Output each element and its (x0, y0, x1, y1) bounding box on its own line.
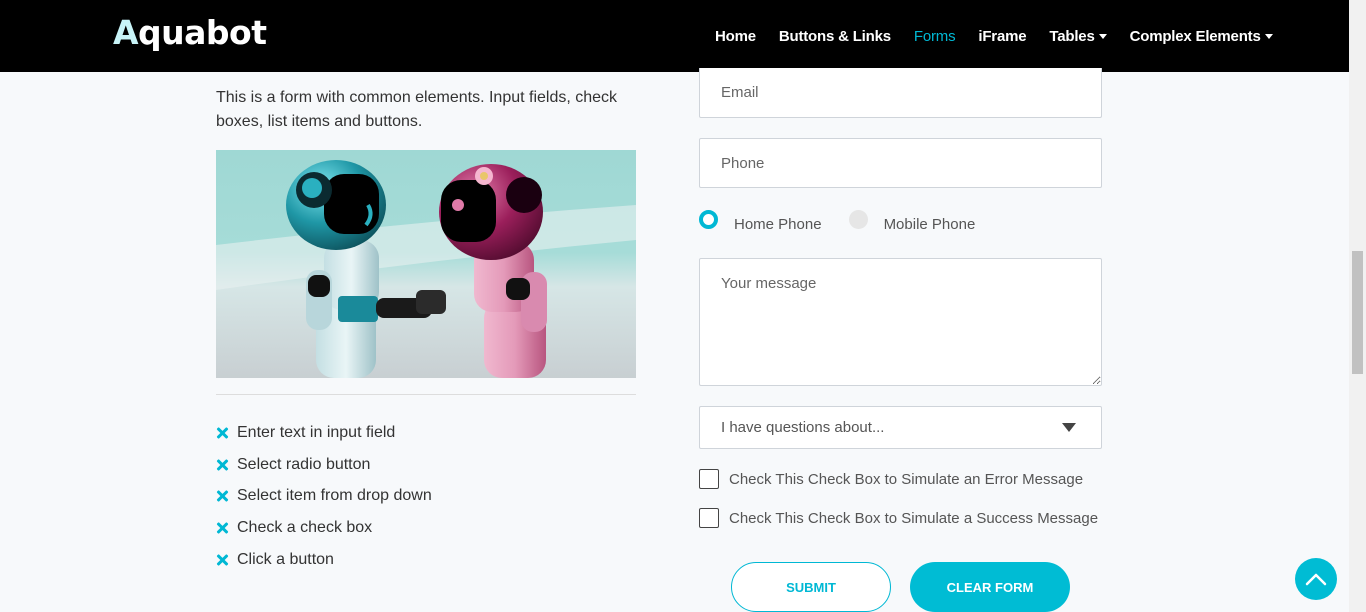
success-checkbox-label[interactable]: Check This Check Box to Simulate a Succe… (729, 510, 1098, 527)
error-checkbox[interactable] (699, 469, 719, 489)
x-icon (216, 490, 228, 502)
nav-iframe[interactable]: iFrame (978, 28, 1026, 45)
main-nav: Home Buttons & Links Forms iFrame Tables… (692, 0, 1273, 72)
radio-home-phone-label[interactable]: Home Phone (734, 216, 822, 233)
list-item: Select item from drop down (216, 481, 432, 513)
nav-home[interactable]: Home (715, 28, 756, 45)
radio-mobile-phone-label[interactable]: Mobile Phone (884, 216, 976, 233)
questions-select[interactable]: I have questions about... (699, 406, 1102, 449)
scrollbar-thumb[interactable] (1352, 251, 1363, 374)
brand-logo-initial: A (113, 13, 139, 52)
dropdown-arrow-icon (1062, 423, 1076, 432)
brand-logo-text: quabot (138, 13, 267, 52)
scroll-to-top-button[interactable] (1295, 558, 1337, 600)
nav-buttons-links[interactable]: Buttons & Links (779, 28, 891, 45)
clear-form-button[interactable]: CLEAR FORM (910, 562, 1070, 612)
radio-home-phone[interactable] (699, 210, 718, 229)
nav-complex-elements[interactable]: Complex Elements (1130, 28, 1273, 45)
phone-type-radio-group: Home Phone Mobile Phone (699, 206, 1002, 233)
email-field[interactable] (699, 68, 1102, 118)
list-item: Select radio button (216, 449, 432, 481)
radio-mobile-phone[interactable] (848, 210, 868, 229)
divider (216, 394, 636, 395)
select-value: I have questions about... (721, 419, 885, 436)
form-intro-text: This is a form with common elements. Inp… (216, 89, 618, 130)
success-checkbox-row: Check This Check Box to Simulate a Succe… (699, 508, 1098, 528)
caret-down-icon (1098, 33, 1107, 39)
steps-list: Enter text in input field Select radio b… (216, 417, 432, 576)
submit-button[interactable]: SUBMIT (731, 562, 891, 612)
error-checkbox-label[interactable]: Check This Check Box to Simulate an Erro… (729, 471, 1083, 488)
list-item: Click a button (216, 544, 432, 576)
nav-tables[interactable]: Tables (1049, 28, 1107, 45)
robots-handshake-image (216, 150, 636, 378)
x-icon (216, 522, 228, 534)
list-item: Check a check box (216, 512, 432, 544)
phone-field[interactable] (699, 138, 1102, 188)
x-icon (216, 554, 228, 566)
x-icon (216, 459, 228, 471)
x-icon (216, 427, 228, 439)
brand-logo[interactable]: Aquabot (113, 13, 267, 52)
list-item: Enter text in input field (216, 417, 432, 449)
nav-forms[interactable]: Forms (914, 28, 956, 45)
chevron-up-icon (1305, 573, 1327, 586)
caret-down-icon (1264, 33, 1273, 39)
navbar: Aquabot Home Buttons & Links Forms iFram… (0, 0, 1349, 72)
error-checkbox-row: Check This Check Box to Simulate an Erro… (699, 469, 1083, 489)
success-checkbox[interactable] (699, 508, 719, 528)
message-field[interactable] (699, 258, 1102, 386)
